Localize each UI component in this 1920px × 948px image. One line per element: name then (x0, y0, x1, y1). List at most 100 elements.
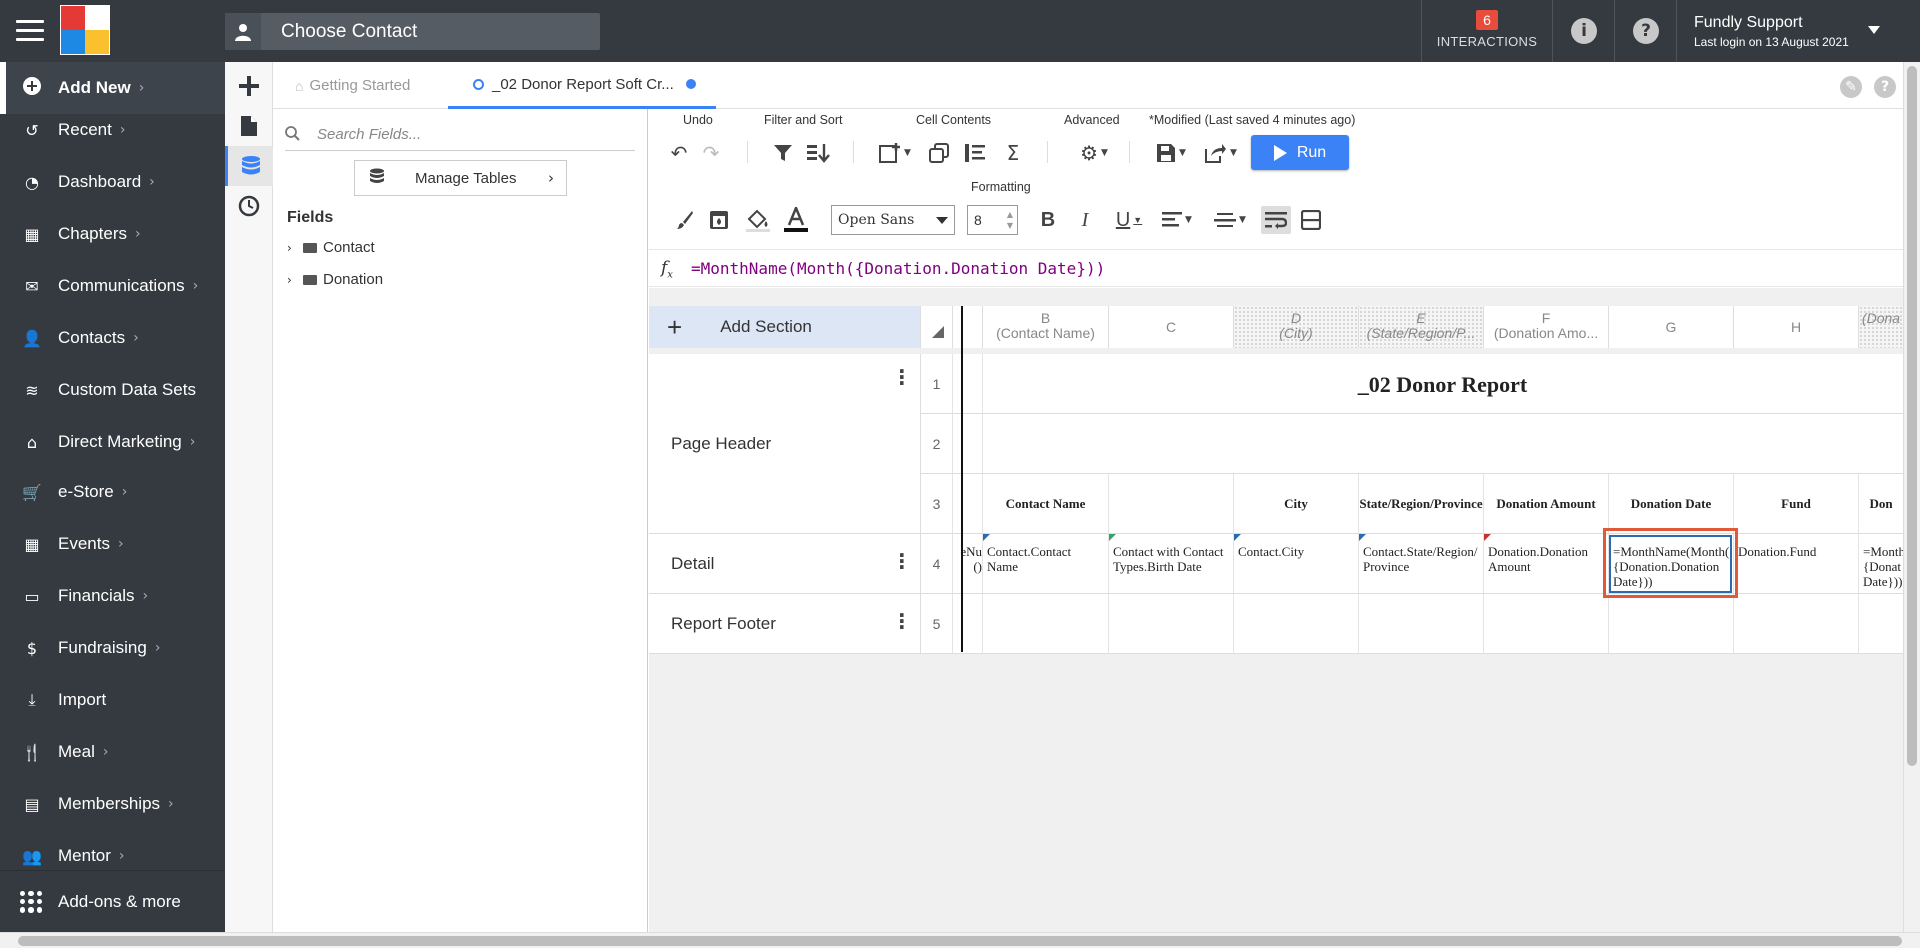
detail-cell[interactable]: eNu () (952, 534, 982, 594)
detail-cell[interactable]: =Month {Donat Date})) (1858, 534, 1903, 594)
cell[interactable] (952, 414, 982, 474)
cell[interactable] (1108, 594, 1233, 654)
sidebar-item-fundraising[interactable]: $ Fundraising › (0, 622, 225, 674)
cell[interactable] (952, 594, 982, 654)
vertical-scrollbar[interactable] (1903, 62, 1920, 932)
header-cell[interactable]: Contact Name (982, 474, 1108, 534)
spinner-icon[interactable]: ▲ ▼ (1007, 209, 1013, 231)
section-detail[interactable]: Detail · · · (649, 534, 920, 594)
interactions-button[interactable]: 6 INTERACTIONS (1422, 0, 1552, 62)
column-header-x[interactable] (952, 306, 982, 348)
cell[interactable] (982, 594, 1108, 654)
detail-cell[interactable]: Donation.Fund (1733, 534, 1858, 594)
header-cell[interactable]: State/Region/Province (1358, 474, 1483, 534)
cell[interactable] (1483, 594, 1608, 654)
database-icon[interactable] (225, 146, 273, 186)
addons-button[interactable]: Add-ons & more (0, 870, 225, 932)
cell[interactable] (1608, 594, 1733, 654)
italic-icon[interactable]: I (1073, 206, 1097, 234)
kebab-menu-icon[interactable]: · · · (898, 545, 906, 577)
vertical-align-icon[interactable]: ▼ (1209, 206, 1251, 234)
row-number[interactable]: 1 (920, 354, 952, 414)
detail-cell[interactable]: Donation.Donation Amount (1483, 534, 1608, 594)
export-icon[interactable]: ▼ (1201, 139, 1241, 167)
help-icon[interactable]: ? (1874, 76, 1896, 98)
search-input[interactable]: Search Fields... (317, 126, 421, 143)
gear-icon[interactable]: ⚙ ▼ (1074, 139, 1114, 167)
row-number[interactable]: 4 (920, 534, 952, 594)
insert-field-icon[interactable]: ▼ (874, 139, 916, 167)
filter-icon[interactable] (771, 139, 795, 167)
user-menu[interactable]: Fundly Support Last login on 13 August 2… (1694, 14, 1849, 49)
copy-icon[interactable] (927, 139, 951, 167)
chevron-right-icon[interactable]: › (287, 273, 299, 287)
brush-icon[interactable] (673, 206, 697, 234)
column-header-d[interactable]: D (City) (1233, 306, 1358, 348)
cell[interactable] (982, 414, 1903, 474)
sidebar-item-custom-data-sets[interactable]: ≋ Custom Data Sets (0, 364, 225, 416)
sort-icon[interactable] (804, 139, 834, 167)
freeze-pane-divider[interactable] (961, 306, 963, 652)
section-report-footer[interactable]: Report Footer · · · (649, 594, 920, 654)
header-cell[interactable]: Donation Date (1608, 474, 1733, 534)
redo-icon[interactable]: ↷ (699, 139, 723, 167)
sidebar-item-meal[interactable]: 🍴 Meal › (0, 726, 225, 778)
header-cell[interactable]: City (1233, 474, 1358, 534)
sidebar-item-events[interactable]: ▦ Events › (0, 518, 225, 570)
select-all-corner[interactable] (920, 306, 952, 348)
column-header-x[interactable]: (Dona (1858, 306, 1903, 348)
add-section-button[interactable]: + Add Section (649, 306, 920, 348)
paint-bucket-icon[interactable] (745, 206, 771, 234)
search-fields[interactable]: Search Fields... (285, 119, 635, 151)
sidebar-item-contacts[interactable]: 👤 Contacts › (0, 312, 225, 364)
add-icon[interactable] (225, 66, 273, 106)
wrench-icon[interactable]: ✎ (1840, 76, 1862, 98)
app-logo[interactable] (60, 5, 110, 55)
sidebar-item-recent[interactable]: ↺ Recent › (0, 104, 225, 156)
cell[interactable] (1858, 594, 1903, 654)
clock-icon[interactable] (225, 186, 273, 226)
tree-item-contact[interactable]: › Contact (287, 239, 375, 256)
font-color-icon[interactable] (783, 206, 809, 234)
save-icon[interactable]: ▼ (1151, 139, 1191, 167)
row-number[interactable]: 2 (920, 414, 952, 474)
cell[interactable] (1358, 594, 1483, 654)
help-icon[interactable]: ? (1633, 18, 1659, 44)
tree-item-donation[interactable]: › Donation (287, 271, 383, 288)
align-left-icon[interactable]: ▼ (1157, 206, 1197, 234)
bold-icon[interactable]: B (1036, 206, 1060, 234)
section-page-header[interactable]: Page Header · · · (649, 354, 920, 534)
sidebar-item-memberships[interactable]: ▤ Memberships › (0, 778, 225, 830)
column-header-f[interactable]: F (Donation Amo... (1483, 306, 1608, 348)
column-header-b[interactable]: B (Contact Name) (982, 306, 1108, 348)
sidebar-item-direct-marketing[interactable]: ⌂ Direct Marketing › (0, 416, 225, 468)
undo-icon[interactable]: ↶ (667, 139, 691, 167)
detail-cell[interactable]: Contact with Contact Types.Birth Date (1108, 534, 1233, 594)
list-icon[interactable] (963, 139, 987, 167)
manage-tables-button[interactable]: Manage Tables › (354, 160, 567, 196)
run-button[interactable]: Run (1251, 135, 1349, 170)
sidebar-item-e-store[interactable]: 🛒 e-Store › (0, 466, 225, 518)
choose-contact-button[interactable]: Choose Contact (225, 13, 600, 50)
row-number[interactable]: 3 (920, 474, 952, 534)
header-cell[interactable] (1108, 474, 1233, 534)
column-header-h[interactable]: H (1733, 306, 1858, 348)
merge-cells-icon[interactable] (1299, 206, 1323, 234)
cell[interactable] (952, 354, 982, 414)
header-cell[interactable]: Donation Amount (1483, 474, 1608, 534)
kebab-menu-icon[interactable]: · · · (898, 605, 906, 637)
sidebar-item-dashboard[interactable]: ◔ Dashboard › (0, 156, 225, 208)
sidebar-item-chapters[interactable]: ▦ Chapters › (0, 208, 225, 260)
cell[interactable] (1233, 594, 1358, 654)
kebab-menu-icon[interactable]: · · · (898, 361, 906, 393)
horizontal-scrollbar[interactable] (0, 932, 1920, 948)
detail-cell[interactable]: Contact.State/Region/ Province (1358, 534, 1483, 594)
detail-cell[interactable]: Contact.Contact Name (982, 534, 1108, 594)
row-number[interactable]: 5 (920, 594, 952, 654)
sum-icon[interactable]: Σ (1001, 139, 1025, 167)
wrap-text-icon[interactable] (1261, 206, 1291, 234)
font-size-input[interactable]: 8 ▲ ▼ (967, 205, 1018, 235)
formula-input[interactable]: =MonthName(Month({Donation.Donation Date… (691, 259, 1105, 278)
sidebar-item-financials[interactable]: ▭ Financials › (0, 570, 225, 622)
column-header-e[interactable]: E (State/Region/P... (1358, 306, 1483, 348)
